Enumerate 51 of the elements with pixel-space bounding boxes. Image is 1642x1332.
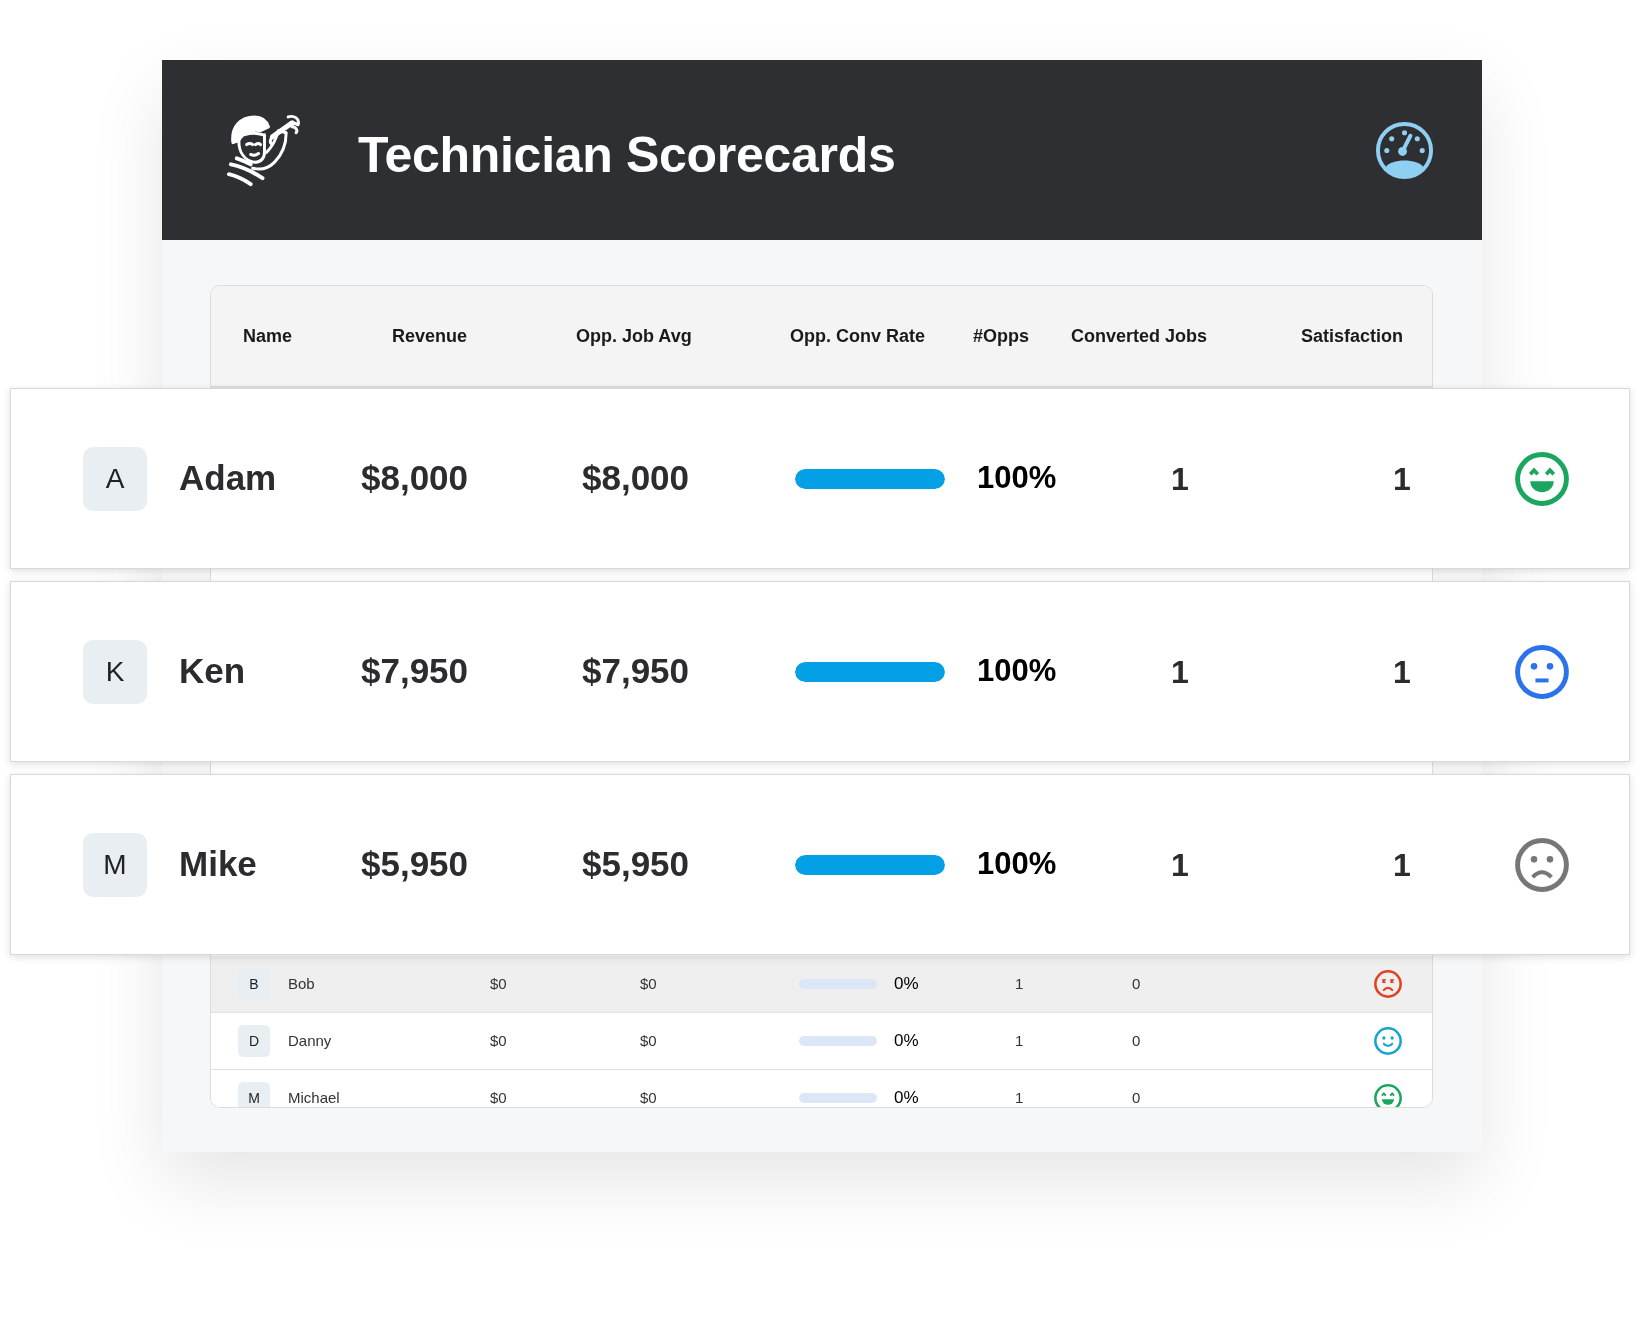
converted-jobs-count: 1 bbox=[1393, 459, 1412, 499]
technician-name: Bob bbox=[288, 973, 316, 994]
column-header: Opp. Job Avg bbox=[576, 324, 693, 348]
conversion-rate-value: 0% bbox=[894, 1087, 920, 1107]
converted-jobs-count: 1 bbox=[1393, 845, 1412, 885]
avatar: A bbox=[83, 446, 147, 511]
avatar: B bbox=[238, 968, 270, 1000]
job-average-value: $0 bbox=[640, 973, 658, 994]
revenue-value: $0 bbox=[490, 1030, 508, 1051]
technician-name: Michael bbox=[288, 1087, 341, 1107]
column-header: Revenue bbox=[392, 324, 469, 348]
page-title: Technician Scorecards bbox=[358, 125, 896, 185]
revenue-value: $5,950 bbox=[361, 843, 470, 886]
column-header: Opp. Conv Rate bbox=[790, 324, 926, 348]
job-average-value: $0 bbox=[640, 1087, 658, 1107]
conversion-rate-value: 100% bbox=[977, 652, 1058, 691]
conversion-rate-value: 0% bbox=[894, 973, 920, 996]
job-average-value: $0 bbox=[640, 1030, 658, 1051]
column-header: #Opps bbox=[973, 324, 1030, 348]
opps-count: 1 bbox=[1015, 1030, 1025, 1051]
revenue-value: $7,950 bbox=[361, 650, 470, 693]
gauge-icon bbox=[1375, 120, 1434, 180]
technician-name: Danny bbox=[288, 1030, 333, 1051]
avatar: K bbox=[83, 639, 147, 704]
conversion-rate-value: 0% bbox=[894, 1030, 920, 1053]
revenue-value: $0 bbox=[490, 1087, 508, 1107]
opps-count: 1 bbox=[1171, 459, 1190, 499]
technician-name: Adam bbox=[179, 457, 278, 500]
avatar: M bbox=[238, 1082, 270, 1107]
revenue-value: $8,000 bbox=[361, 457, 470, 500]
job-average-value: $5,950 bbox=[582, 843, 691, 886]
opps-count: 1 bbox=[1171, 652, 1190, 692]
opps-count: 1 bbox=[1015, 973, 1025, 994]
converted-jobs-count: 0 bbox=[1132, 1030, 1142, 1051]
converted-jobs-count: 0 bbox=[1132, 1087, 1142, 1107]
conversion-rate-value: 100% bbox=[977, 459, 1058, 498]
avatar: M bbox=[83, 832, 147, 897]
technician-name: Ken bbox=[179, 650, 247, 693]
column-header: Satisfaction bbox=[1301, 324, 1405, 348]
converted-jobs-count: 1 bbox=[1393, 652, 1412, 692]
converted-jobs-count: 0 bbox=[1132, 973, 1142, 994]
revenue-value: $0 bbox=[490, 973, 508, 994]
opps-count: 1 bbox=[1015, 1087, 1025, 1107]
conversion-rate-value: 100% bbox=[977, 845, 1058, 884]
avatar: D bbox=[238, 1025, 270, 1057]
job-average-value: $8,000 bbox=[582, 457, 691, 500]
column-header: Name bbox=[243, 324, 294, 348]
technician-name: Mike bbox=[179, 843, 258, 886]
column-header: Converted Jobs bbox=[1071, 324, 1209, 348]
opps-count: 1 bbox=[1171, 845, 1190, 885]
job-average-value: $7,950 bbox=[582, 650, 691, 693]
